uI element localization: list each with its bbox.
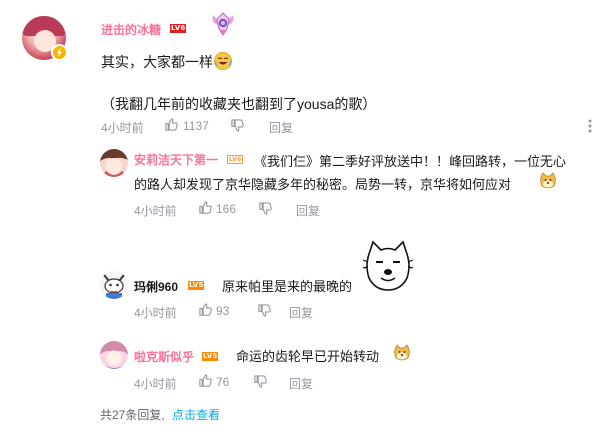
comment-text: 其实，大家都一样 bbox=[101, 54, 213, 70]
level-badge: LV6 bbox=[227, 155, 244, 164]
thumb-down-icon[interactable] bbox=[257, 303, 272, 318]
username[interactable]: 安莉洁天下第一 bbox=[134, 151, 218, 168]
avatar[interactable] bbox=[100, 271, 128, 299]
doge-emoji bbox=[539, 172, 557, 190]
level-badge: LV5 bbox=[188, 281, 205, 290]
timestamp: 4小时前 bbox=[134, 377, 177, 391]
username[interactable]: 玛俐960 bbox=[134, 278, 178, 295]
more-icon[interactable] bbox=[584, 118, 596, 134]
username[interactable]: 进击的冰糖 bbox=[101, 21, 161, 38]
reply-total: 共27条回复, bbox=[100, 408, 165, 422]
comment-text: （我翻几年前的收藏夹也翻到了yousa的歌） bbox=[101, 96, 377, 112]
thumb-up-icon[interactable] bbox=[198, 302, 213, 317]
medal-icon bbox=[210, 11, 236, 37]
avatar[interactable] bbox=[100, 149, 128, 177]
comment-text: 《我们仨》第二季好评放送中！！峰回路转，一位无心 bbox=[254, 154, 567, 169]
lightning-icon bbox=[51, 44, 68, 61]
comment-text: 的路人却发现了京华隐藏多年的秘密。局势一转，京华将如何应对 bbox=[134, 177, 512, 192]
timestamp: 4小时前 bbox=[101, 121, 144, 135]
doge-emoji bbox=[393, 344, 411, 362]
thumb-up-icon[interactable] bbox=[198, 200, 213, 215]
laugh-emoji bbox=[214, 52, 232, 70]
avatar[interactable] bbox=[100, 341, 128, 369]
thumb-down-icon[interactable] bbox=[253, 374, 268, 389]
level-badge: LV6 bbox=[170, 24, 187, 33]
thumb-down-icon[interactable] bbox=[258, 201, 273, 216]
like-count: 166 bbox=[216, 202, 237, 216]
reply-button[interactable]: 回复 bbox=[296, 202, 320, 219]
timestamp: 4小时前 bbox=[134, 306, 177, 320]
comment-text: 命运的齿轮早已开始转动 bbox=[236, 349, 380, 364]
like-count: 1137 bbox=[183, 119, 209, 133]
view-all-replies-link[interactable]: 点击查看 bbox=[172, 406, 220, 423]
like-count: 76 bbox=[216, 375, 230, 389]
reply-button[interactable]: 回复 bbox=[289, 304, 313, 321]
timestamp: 4小时前 bbox=[134, 204, 177, 218]
thumb-up-icon[interactable] bbox=[198, 373, 213, 388]
comment-text: 原来帕里是来的最晚的 bbox=[222, 279, 353, 294]
doge-sketch-sticker bbox=[361, 240, 415, 292]
reply-button[interactable]: 回复 bbox=[269, 119, 293, 136]
level-badge: LV5 bbox=[202, 352, 219, 361]
username[interactable]: 啦克斯似乎 bbox=[134, 348, 194, 365]
reply-button[interactable]: 回复 bbox=[289, 375, 313, 392]
like-count: 93 bbox=[216, 304, 230, 318]
thumb-up-icon[interactable] bbox=[164, 117, 179, 132]
thumb-down-icon[interactable] bbox=[230, 118, 245, 133]
